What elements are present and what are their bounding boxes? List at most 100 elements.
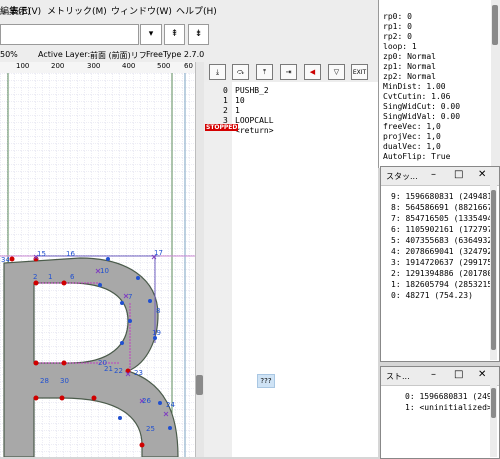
exit-button[interactable]: EXIT [351,64,368,80]
gs-line: loop: 1 [383,42,417,51]
line-number: 2 [223,106,228,115]
prev-glyph-button[interactable]: ⇞ [164,24,185,45]
prev-icon: ⇞ [170,29,179,39]
instruction-line[interactable]: PUSHB_2 [235,86,269,95]
close-icon[interactable]: ✕ [478,369,486,380]
continue-icon: ⇥ [285,68,292,76]
gs-line: CvtCutin: 1.06 [383,92,451,101]
active-layer-value: 前面 (前面)リフ [90,51,147,60]
stack-window-titlebar[interactable]: スタッ... – □ ✕ [381,167,499,186]
exit-label: EXIT [352,69,367,76]
point-label: 28 [40,377,49,385]
canvas-scrollbar-thumb[interactable] [196,375,203,395]
glyph-view: 34 15 16 17 2 1 6 7 8 10 19 20 21 22 23 … [0,73,195,457]
minimize-icon[interactable]: – [431,369,436,380]
point-label: 25 [146,425,155,433]
stack-row: 9: 1596680831 (249481 [391,192,493,201]
glyph-input[interactable] [0,24,139,45]
step-into-icon: ⤓ [215,68,220,76]
status-line: 50% Active Layer: 前面 (前面)リフ FreeType 2.7… [0,48,378,62]
continue-button[interactable]: ⇥ [280,64,297,80]
unknown-button[interactable]: ??? [257,374,275,388]
point-label: 26 [142,397,151,405]
stack-row: 0: 48271 (754.23) [391,291,473,300]
ruler-tick: 300 [87,62,101,70]
gs-line: projVec: 1,0 [383,132,441,141]
graphics-state-panel: rp0: 0 rp1: 0 rp2: 0 loop: 1 zp0: Normal… [378,0,492,168]
stack-window-title: スタッ... [386,172,418,181]
gs-line: zp1: Normal [383,62,436,71]
storage-scrollbar-thumb[interactable] [491,388,496,418]
line-number: 1 [223,96,228,105]
line-number-gutter [204,82,232,457]
point-label: 30 [60,377,69,385]
ruler-tick: 60 [184,62,193,70]
gs-line: dualVec: 1,0 [383,142,441,151]
next-glyph-button[interactable]: ⇟ [188,24,209,45]
instruction-line[interactable]: LOOPCALL [235,116,274,125]
maximize-icon[interactable]: □ [454,369,463,380]
stopped-marker: STOPPED [205,124,239,131]
instruction-line[interactable]: <return> [235,126,274,135]
close-icon[interactable]: ✕ [478,169,486,180]
point-label: 34 [1,256,10,264]
stop-button[interactable]: ▽ [328,64,345,80]
point-label: 19 [152,329,161,337]
gs-line: rp1: 0 [383,22,412,31]
point-label: 10 [100,267,109,275]
gs-line: zp0: Normal [383,52,436,61]
ruler-tick: 500 [157,62,171,70]
point-label: 8 [156,307,160,315]
point-label: 6 [70,273,75,281]
step-into-button[interactable]: ⤓ [209,64,226,80]
ruler-tick: 400 [122,62,136,70]
graphics-scrollbar-thumb[interactable] [492,5,498,45]
point-label: 21 [104,365,113,373]
stack-row: 8: 564586691 (8821667 [391,203,493,212]
step-over-button[interactable]: ⤼ [232,64,249,80]
stack-row: 5: 407355683 (6364932 [391,236,493,245]
storage-window: スト... – □ ✕ 0: 1596680831 (249 1: <unini… [380,366,500,459]
watch-icon: ◀ [309,68,316,76]
gs-line: MinDist: 1.00 [383,82,446,91]
stack-row: 2: 1291394886 (201780 [391,269,493,278]
point-label: 2 [33,273,37,281]
menu-view[interactable]: 表示(V) [10,4,41,17]
glyph-canvas[interactable]: 34 15 16 17 2 1 6 7 8 10 19 20 21 22 23 … [0,73,195,457]
stack-row: 7: 854716505 (1335494 [391,214,493,223]
stack-row: 4: 2078669041 (324792 [391,247,493,256]
stack-row: 1: 182605794 (2853215 [391,280,493,289]
gs-line: SingWidVal: 0.00 [383,112,461,121]
dropdown-button[interactable]: ▾ [140,24,162,45]
menu-help[interactable]: ヘルプ(H) [176,4,217,17]
watch-button[interactable]: ◀ [304,64,321,80]
stop-icon: ▽ [333,68,340,76]
menu-window[interactable]: ウィンドウ(W) [111,4,172,17]
storage-window-title: スト... [386,372,410,381]
ruler-tick: 100 [16,62,30,70]
point-label: 15 [37,250,46,258]
point-label: 22 [114,367,123,375]
point-label: 7 [128,293,132,301]
point-label: 23 [134,369,143,377]
ruler-tick: 200 [51,62,65,70]
gs-line: rp2: 0 [383,32,412,41]
maximize-icon[interactable]: □ [454,169,463,180]
gs-line: zp2: Normal [383,72,436,81]
rasterizer-label: FreeType 2.7.0 [146,50,205,59]
storage-row: 1: <uninitialized> [405,403,492,412]
stack-scrollbar-thumb[interactable] [491,190,496,350]
point-label: 17 [154,249,163,257]
step-out-icon: ⤒ [262,68,267,76]
instruction-line[interactable]: 1 [235,106,240,115]
instruction-line[interactable]: 10 [235,96,245,105]
menu-metrics[interactable]: メトリック(M) [47,4,107,17]
minimize-icon[interactable]: – [431,169,436,180]
storage-window-titlebar[interactable]: スト... – □ ✕ [381,367,499,386]
step-out-button[interactable]: ⤒ [256,64,273,80]
gs-line: AutoFlip: True [383,152,451,161]
next-icon: ⇟ [194,29,203,39]
point-label: 24 [166,401,175,409]
point-label: 1 [48,273,52,281]
point-label: 16 [66,250,75,258]
